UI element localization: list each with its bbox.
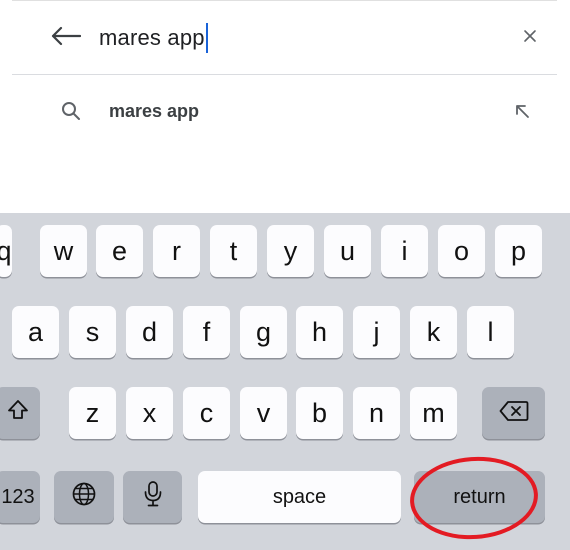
key-l[interactable]: l: [467, 306, 514, 358]
key-label: a: [27, 316, 44, 347]
return-key[interactable]: return: [414, 471, 545, 523]
key-t[interactable]: t: [210, 225, 257, 277]
key-h[interactable]: h: [296, 306, 343, 358]
key-label: p: [510, 235, 527, 266]
key-label: u: [339, 235, 356, 266]
key-label: b: [311, 397, 328, 428]
globe-icon: [71, 481, 97, 514]
search-divider: [12, 74, 557, 75]
key-f[interactable]: f: [183, 306, 230, 358]
key-i[interactable]: i: [381, 225, 428, 277]
key-n[interactable]: n: [353, 387, 400, 439]
arrow-up-left-icon[interactable]: [507, 96, 537, 126]
key-o[interactable]: o: [438, 225, 485, 277]
key-w[interactable]: w: [40, 225, 87, 277]
key-label: x: [142, 397, 157, 428]
space-key[interactable]: space: [198, 471, 401, 523]
clear-button[interactable]: [514, 20, 546, 56]
key-label: v: [256, 397, 271, 428]
key-a[interactable]: a: [12, 306, 59, 358]
key-r[interactable]: r: [153, 225, 200, 277]
key-label: g: [255, 316, 272, 347]
arrow-left-icon: [51, 26, 82, 51]
return-label: return: [453, 485, 506, 508]
key-label: l: [487, 316, 494, 347]
key-q[interactable]: q: [0, 225, 12, 277]
key-label: o: [453, 235, 470, 266]
shift-icon: [6, 398, 30, 429]
key-label: s: [85, 316, 100, 347]
key-label: k: [426, 316, 441, 347]
space-label: space: [272, 485, 327, 508]
shift-key[interactable]: [0, 387, 40, 439]
close-icon: [523, 29, 537, 48]
key-label: r: [172, 235, 181, 266]
search-bar: mares app: [0, 0, 570, 74]
key-c[interactable]: c: [183, 387, 230, 439]
delete-icon: [499, 398, 529, 429]
key-y[interactable]: y: [267, 225, 314, 277]
search-input[interactable]: mares app: [99, 20, 208, 56]
suggestion-text: mares app: [109, 100, 200, 121]
key-b[interactable]: b: [296, 387, 343, 439]
key-p[interactable]: p: [495, 225, 542, 277]
search-icon: [56, 96, 86, 126]
key-label: j: [373, 316, 380, 347]
key-e[interactable]: e: [96, 225, 143, 277]
key-d[interactable]: d: [126, 306, 173, 358]
microphone-icon: [143, 480, 163, 515]
suggestion-item[interactable]: mares app: [0, 86, 570, 136]
key-s[interactable]: s: [69, 306, 116, 358]
key-label: q: [0, 235, 12, 266]
numbers-key[interactable]: 123: [0, 471, 40, 523]
key-g[interactable]: g: [240, 306, 287, 358]
globe-key[interactable]: [54, 471, 114, 523]
key-label: t: [229, 235, 238, 266]
key-label: e: [111, 235, 128, 266]
delete-key[interactable]: [482, 387, 545, 439]
key-label: w: [53, 235, 74, 266]
key-label: y: [283, 235, 298, 266]
key-label: m: [422, 397, 445, 428]
back-button[interactable]: [44, 20, 88, 56]
key-label: i: [401, 235, 408, 266]
text-cursor: [205, 23, 208, 53]
key-label: d: [141, 316, 158, 347]
key-u[interactable]: u: [324, 225, 371, 277]
key-z[interactable]: z: [69, 387, 116, 439]
dictation-key[interactable]: [123, 471, 182, 523]
key-label: z: [85, 397, 100, 428]
search-query-text: mares app: [99, 25, 205, 50]
key-v[interactable]: v: [240, 387, 287, 439]
key-label: c: [199, 397, 214, 428]
key-label: h: [311, 316, 328, 347]
key-x[interactable]: x: [126, 387, 173, 439]
numbers-label: 123: [1, 485, 35, 508]
key-j[interactable]: j: [353, 306, 400, 358]
key-label: f: [202, 316, 211, 347]
key-m[interactable]: m: [410, 387, 457, 439]
key-k[interactable]: k: [410, 306, 457, 358]
key-label: n: [368, 397, 385, 428]
